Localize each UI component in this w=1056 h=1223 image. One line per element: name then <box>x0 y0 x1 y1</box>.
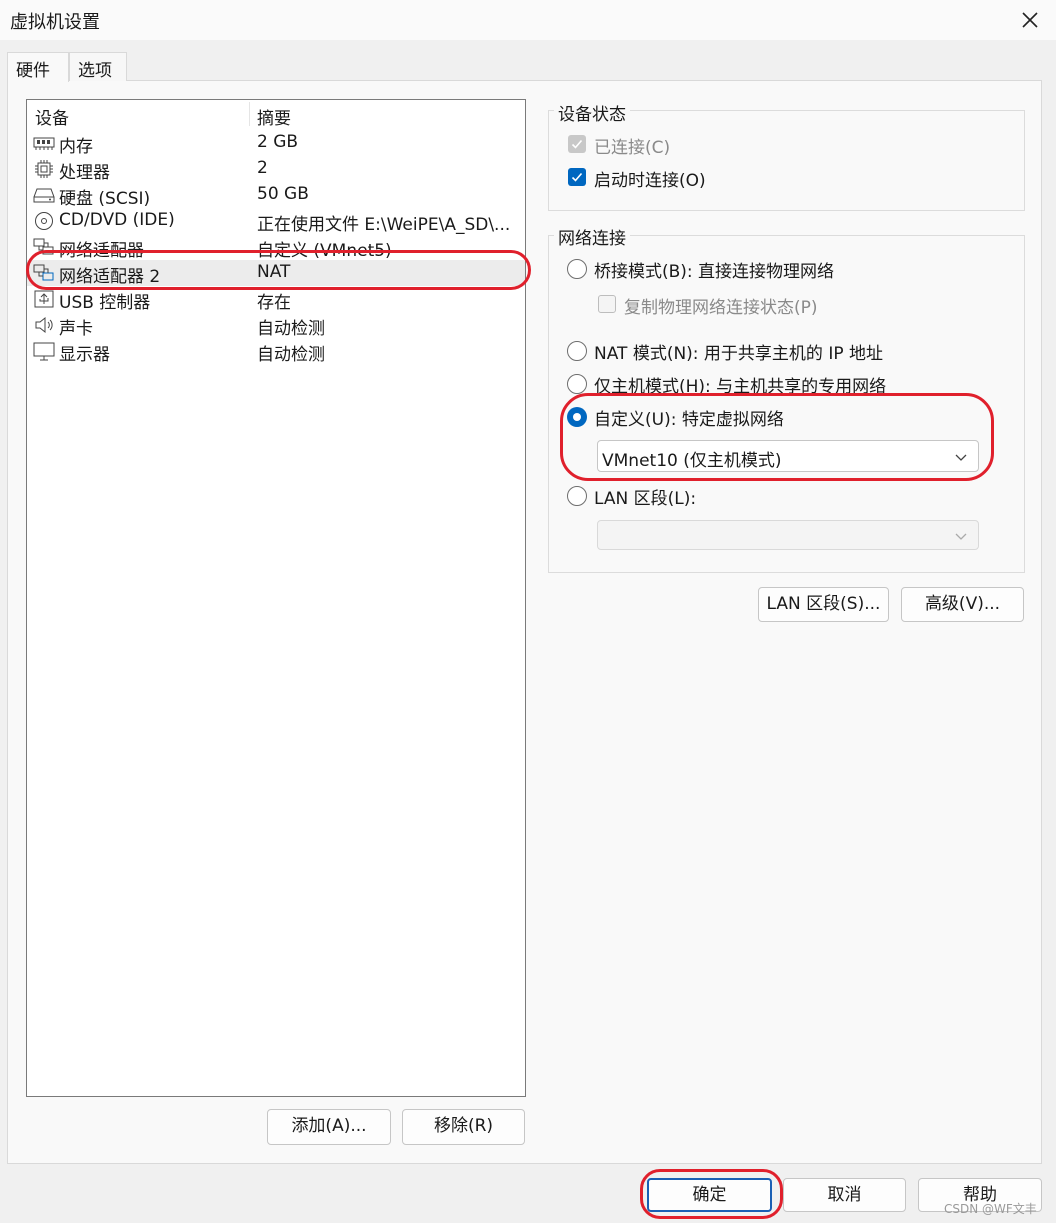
network-adapter-icon <box>33 237 55 257</box>
device-row-network-adapter[interactable]: 网络适配器 自定义 (VMnet5) <box>27 234 525 261</box>
column-header-device[interactable]: 设备 <box>35 104 69 129</box>
speaker-icon <box>33 315 55 335</box>
device-summary: 正在使用文件 E:\WeiPE\A_SD\... <box>257 215 511 235</box>
device-name: 网络适配器 <box>59 241 144 261</box>
connect-at-power-on-label[interactable]: 启动时连接(O) <box>594 166 706 191</box>
replicate-state-label: 复制物理网络连接状态(P) <box>624 298 818 318</box>
device-summary: 存在 <box>257 293 291 313</box>
watermark: CSDN @WF文丰 <box>944 1202 1037 1216</box>
device-name: CD/DVD (IDE) <box>59 210 175 230</box>
device-summary: 2 <box>257 158 268 178</box>
bridged-radio[interactable] <box>567 259 587 279</box>
column-header-summary[interactable]: 摘要 <box>257 104 291 129</box>
lan-segment-select[interactable] <box>597 520 979 550</box>
close-icon <box>1022 12 1038 28</box>
connected-checkbox[interactable] <box>568 135 586 153</box>
device-name: 硬盘 (SCSI) <box>59 189 151 209</box>
checkmark-icon <box>571 172 583 182</box>
connect-at-power-on-checkbox[interactable] <box>568 168 586 186</box>
device-row-memory[interactable]: 内存 2 GB <box>27 130 525 157</box>
cd-dvd-icon <box>33 211 55 231</box>
device-name: 内存 <box>59 137 93 157</box>
chevron-down-icon <box>955 454 967 461</box>
custom-network-value: VMnet10 (仅主机模式) <box>602 451 782 471</box>
memory-icon <box>33 133 55 153</box>
device-list[interactable]: 设备 摘要 内存 2 GB 处理器 2 硬盘 (SCSI) 50 GB CD/D… <box>26 99 526 1097</box>
cpu-icon <box>33 159 55 179</box>
lan-segment-radio[interactable] <box>567 486 587 506</box>
nat-radio[interactable] <box>567 341 587 361</box>
device-status-label: 设备状态 <box>554 100 630 125</box>
usb-icon <box>33 289 55 309</box>
window-title: 虚拟机设置 <box>10 12 100 33</box>
advanced-button[interactable]: 高级(V)... <box>901 587 1024 622</box>
hard-disk-icon <box>33 185 55 205</box>
device-row-processor[interactable]: 处理器 2 <box>27 156 525 183</box>
device-summary: 自定义 (VMnet5) <box>257 241 392 261</box>
network-connection-label: 网络连接 <box>554 224 630 249</box>
custom-label[interactable]: 自定义(U): 特定虚拟网络 <box>594 405 784 430</box>
chevron-down-icon <box>955 533 967 540</box>
device-name: 处理器 <box>59 163 110 183</box>
checkmark-icon <box>571 139 583 149</box>
device-status-group <box>548 110 1025 211</box>
device-row-cd-dvd[interactable]: CD/DVD (IDE) 正在使用文件 E:\WeiPE\A_SD\... <box>27 208 525 235</box>
device-summary: 50 GB <box>257 184 309 204</box>
column-separator[interactable] <box>249 102 250 126</box>
host-only-radio[interactable] <box>567 374 587 394</box>
device-row-display[interactable]: 显示器 自动检测 <box>27 338 525 365</box>
add-device-button[interactable]: 添加(A)... <box>267 1109 391 1145</box>
custom-network-select[interactable]: VMnet10 (仅主机模式) <box>597 440 979 472</box>
device-row-usb-controller[interactable]: USB 控制器 存在 <box>27 286 525 313</box>
title-bar <box>0 0 1056 40</box>
tab-hardware[interactable]: 硬件 <box>7 52 69 82</box>
device-name: USB 控制器 <box>59 293 151 313</box>
close-button[interactable] <box>1014 4 1046 36</box>
device-summary: 自动检测 <box>257 319 325 339</box>
cancel-button[interactable]: 取消 <box>783 1178 906 1212</box>
ok-button[interactable]: 确定 <box>647 1178 772 1212</box>
lan-segment-label[interactable]: LAN 区段(L): <box>594 484 696 509</box>
custom-radio[interactable] <box>567 407 587 427</box>
replicate-state-checkbox[interactable] <box>598 295 616 313</box>
device-summary: 自动检测 <box>257 345 325 365</box>
device-name: 声卡 <box>59 319 93 339</box>
tab-options[interactable]: 选项 <box>69 52 127 81</box>
bridged-label[interactable]: 桥接模式(B): 直接连接物理网络 <box>594 257 834 282</box>
lan-segments-button[interactable]: LAN 区段(S)... <box>758 587 889 622</box>
device-row-network-adapter-2[interactable]: 网络适配器 2 NAT <box>27 260 525 287</box>
device-summary: 2 GB <box>257 132 299 152</box>
device-row-hard-disk[interactable]: 硬盘 (SCSI) 50 GB <box>27 182 525 209</box>
device-list-header: 设备 摘要 <box>27 100 525 129</box>
network-adapter-icon <box>33 263 55 283</box>
remove-device-button[interactable]: 移除(R) <box>402 1109 525 1145</box>
device-name: 显示器 <box>59 345 110 365</box>
device-row-sound-card[interactable]: 声卡 自动检测 <box>27 312 525 339</box>
monitor-icon <box>33 341 55 361</box>
nat-label[interactable]: NAT 模式(N): 用于共享主机的 IP 地址 <box>594 339 883 364</box>
device-name: 网络适配器 2 <box>59 267 161 287</box>
host-only-label[interactable]: 仅主机模式(H): 与主机共享的专用网络 <box>594 372 886 397</box>
connected-label: 已连接(C) <box>594 138 671 158</box>
device-summary: NAT <box>257 262 291 282</box>
